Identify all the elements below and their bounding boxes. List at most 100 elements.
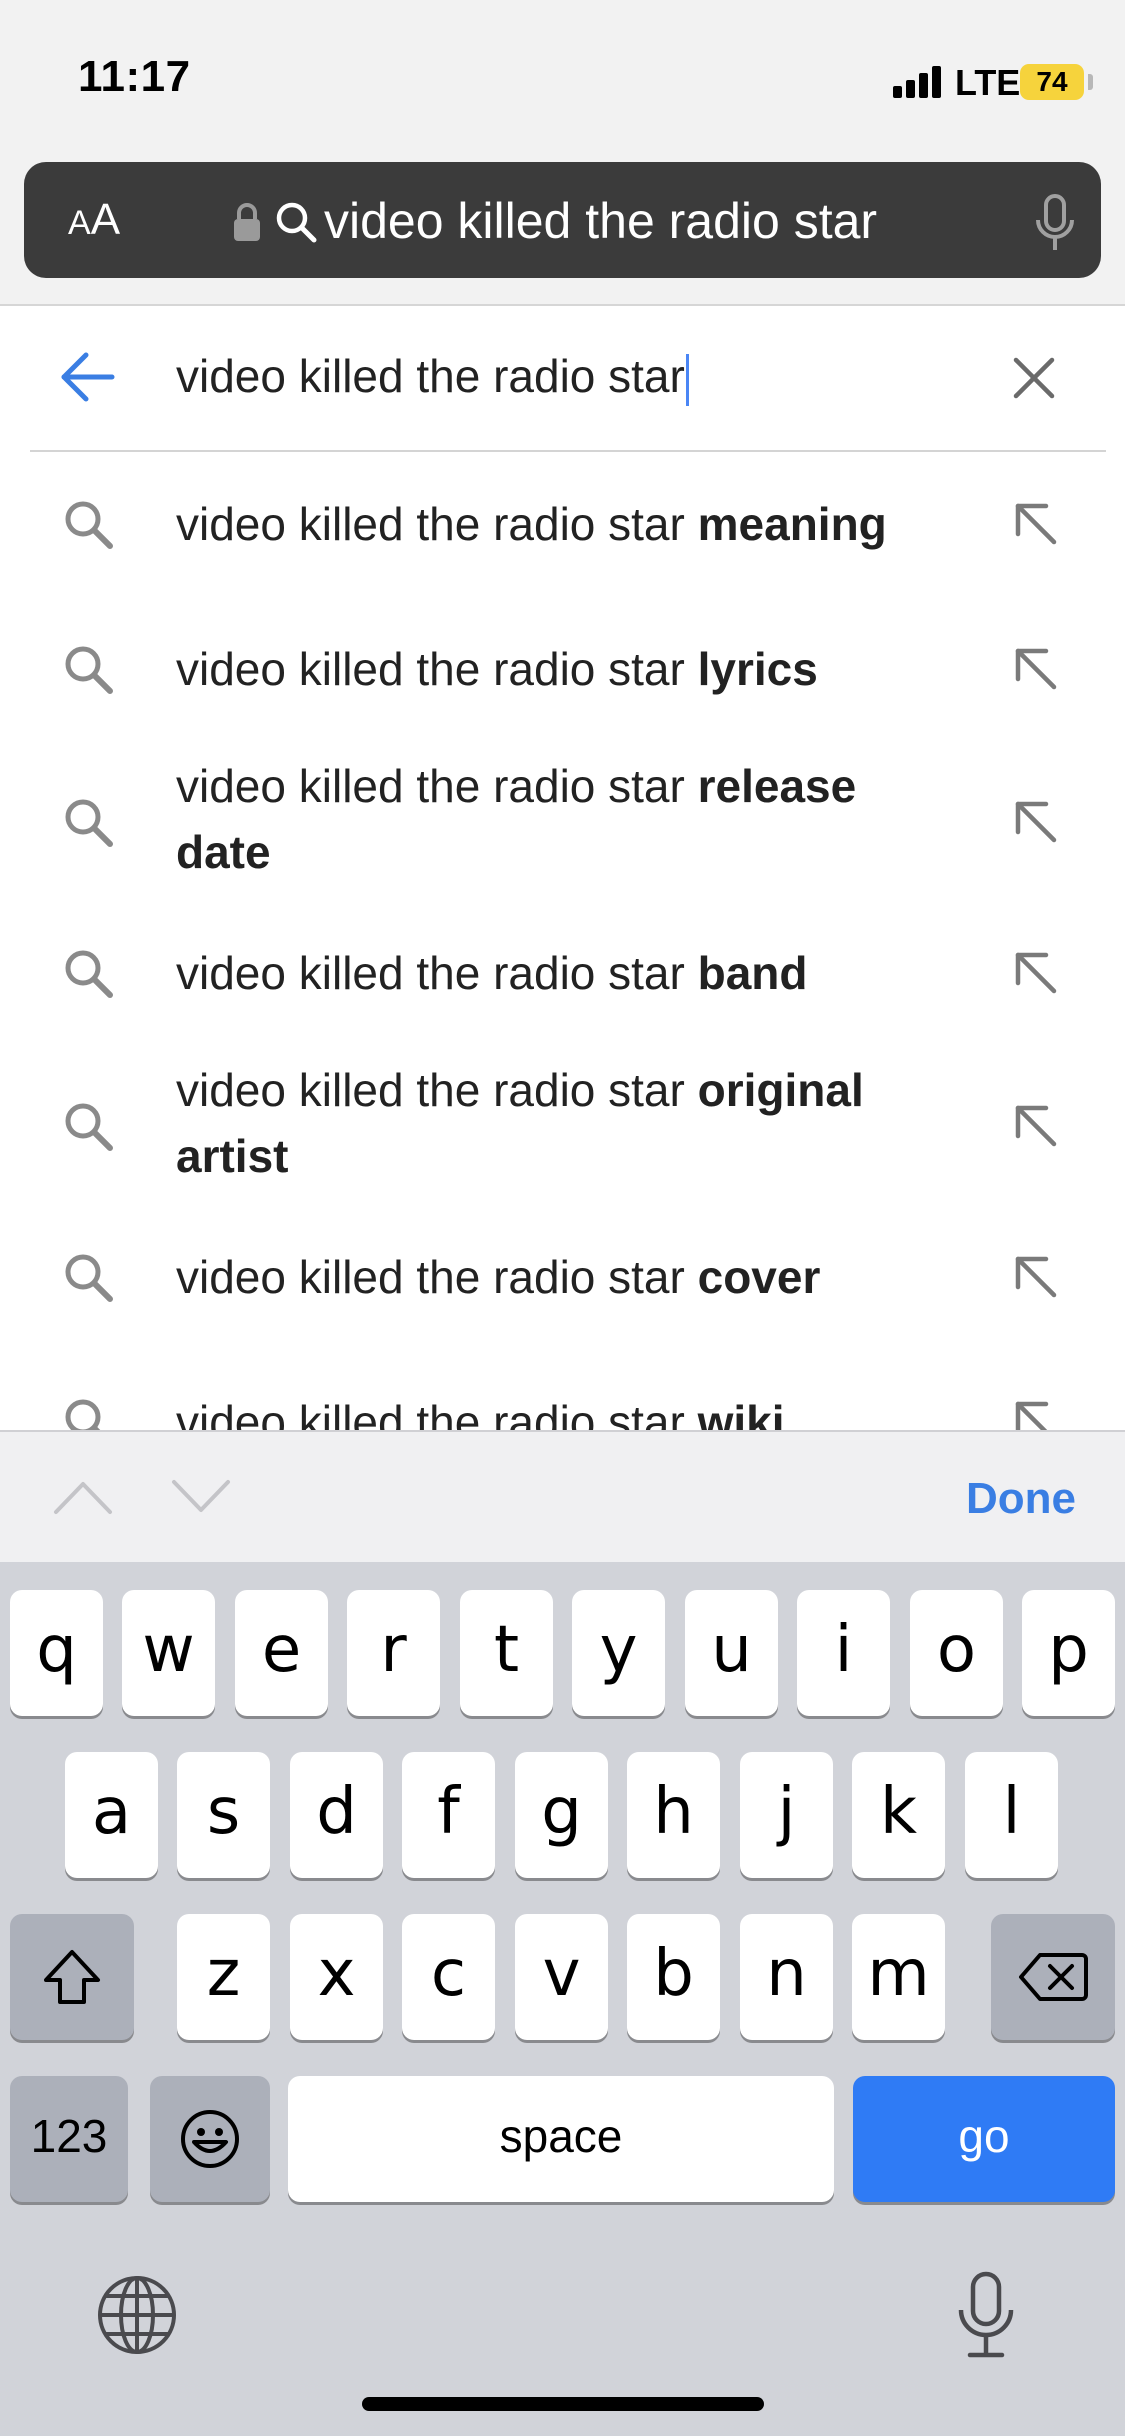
suggestion-text: video killed the radio star wiki [176,1389,956,1430]
arrow-up-left-icon[interactable] [1010,947,1062,999]
search-icon [65,1399,101,1430]
home-indicator[interactable] [362,2397,764,2411]
space-key[interactable]: space [288,2076,834,2202]
done-button[interactable]: Done [966,1474,1076,1524]
browser-toolbar: AA video killed the radio star [0,150,1125,306]
key-l[interactable]: l [965,1752,1058,1878]
address-bar[interactable]: AA video killed the radio star [24,162,1101,278]
status-bar: 11:17 LTE 74 [0,0,1125,150]
search-icon [65,1103,113,1151]
key-z[interactable]: z [177,1914,270,2040]
suggestion-text: video killed the radio star cover [176,1244,956,1310]
emoji-key[interactable] [150,2076,270,2202]
suggestion-item[interactable]: video killed the radio star band [0,901,1125,1046]
suggestion-prefix: video killed the radio star [176,643,698,695]
reader-settings-button[interactable]: AA [68,192,120,248]
chevron-up-icon[interactable] [50,1472,116,1522]
text-caret [685,353,689,406]
arrow-up-left-icon[interactable] [1010,796,1062,848]
key-s[interactable]: s [177,1752,270,1878]
go-key[interactable]: go [853,2076,1115,2202]
arrow-up-left-icon[interactable] [1010,1396,1062,1430]
backspace-icon [1019,1953,1088,2001]
key-h[interactable]: h [627,1752,720,1878]
suggestion-item[interactable]: video killed the radio star wiki [0,1350,1125,1430]
url-text: video killed the radio star [324,193,878,249]
suggestion-item[interactable]: video killed the radio star cover [0,1205,1125,1350]
search-icon [65,950,113,998]
suggestion-item[interactable]: video killed the radio star original art… [0,1046,1125,1205]
battery-icon: 74 [1020,64,1084,100]
suggestion-list: video killed the radio star meaning vide… [0,452,1125,1430]
key-w[interactable]: w [122,1590,215,1716]
keyboard-accessory-bar: Done [0,1430,1125,1562]
suggestion-prefix: video killed the radio star [176,1251,698,1303]
suggestion-bold: cover [697,1251,821,1303]
key-a[interactable]: a [65,1752,158,1878]
microphone-icon[interactable] [1034,194,1076,252]
battery-level: 74 [1036,66,1068,97]
backspace-key[interactable] [991,1914,1115,2040]
suggestion-bold: lyrics [697,643,818,695]
key-b[interactable]: b [627,1914,720,2040]
search-input[interactable]: video killed the radio star [176,346,689,406]
suggestion-text: video killed the radio star release date [176,753,956,885]
key-g[interactable]: g [515,1752,608,1878]
suggestion-item[interactable]: video killed the radio star release date [0,742,1125,901]
network-type: LTE [955,62,1021,103]
arrow-up-left-icon[interactable] [1010,643,1062,695]
close-icon[interactable] [1012,356,1056,400]
dictation-microphone-icon[interactable] [956,2270,1016,2360]
key-n[interactable]: n [740,1914,833,2040]
suggestion-text: video killed the radio star original art… [176,1057,956,1189]
key-t[interactable]: t [460,1590,553,1716]
key-f[interactable]: f [402,1752,495,1878]
status-time: 11:17 [78,52,191,101]
key-v[interactable]: v [515,1914,608,2040]
key-p[interactable]: p [1022,1590,1115,1716]
key-k[interactable]: k [852,1752,945,1878]
key-y[interactable]: y [572,1590,665,1716]
key-m[interactable]: m [852,1914,945,2040]
arrow-up-left-icon[interactable] [1010,1251,1062,1303]
key-u[interactable]: u [685,1590,778,1716]
suggestion-bold: meaning [697,498,887,550]
search-query: video killed the radio star [176,350,685,402]
globe-icon[interactable] [96,2274,178,2356]
key-j[interactable]: j [740,1752,833,1878]
search-icon [65,1254,113,1302]
aa-small-letter: A [68,204,91,242]
search-icon [65,799,113,847]
key-d[interactable]: d [290,1752,383,1878]
suggestion-prefix: video killed the radio star [176,1396,698,1430]
arrow-up-left-icon[interactable] [1010,1100,1062,1152]
search-icon [65,646,113,694]
search-icon [65,501,113,549]
suggestion-prefix: video killed the radio star [176,498,698,550]
suggestion-item[interactable]: video killed the radio star lyrics [0,597,1125,742]
arrow-up-left-icon[interactable] [1010,498,1062,550]
key-o[interactable]: o [910,1590,1003,1716]
suggestion-bold: wiki [697,1396,785,1430]
suggestion-prefix: video killed the radio star [176,1064,698,1116]
suggestion-item[interactable]: video killed the radio star meaning [0,452,1125,597]
key-i[interactable]: i [797,1590,890,1716]
suggestion-prefix: video killed the radio star [176,947,698,999]
back-arrow-icon[interactable] [58,348,116,406]
search-row: video killed the radio star [0,306,1125,452]
shift-key[interactable] [10,1914,134,2040]
chevron-down-icon[interactable] [168,1472,234,1522]
lock-icon [234,203,260,241]
numbers-key[interactable]: 123 [10,2076,128,2202]
suggestion-text: video killed the radio star lyrics [176,636,956,702]
key-q[interactable]: q [10,1590,103,1716]
emoji-icon [181,2110,239,2168]
search-icon [276,202,317,243]
key-e[interactable]: e [235,1590,328,1716]
key-c[interactable]: c [402,1914,495,2040]
key-x[interactable]: x [290,1914,383,2040]
battery-cap [1088,74,1093,90]
signal-icon [893,66,945,98]
suggestion-text: video killed the radio star meaning [176,491,956,557]
key-r[interactable]: r [347,1590,440,1716]
